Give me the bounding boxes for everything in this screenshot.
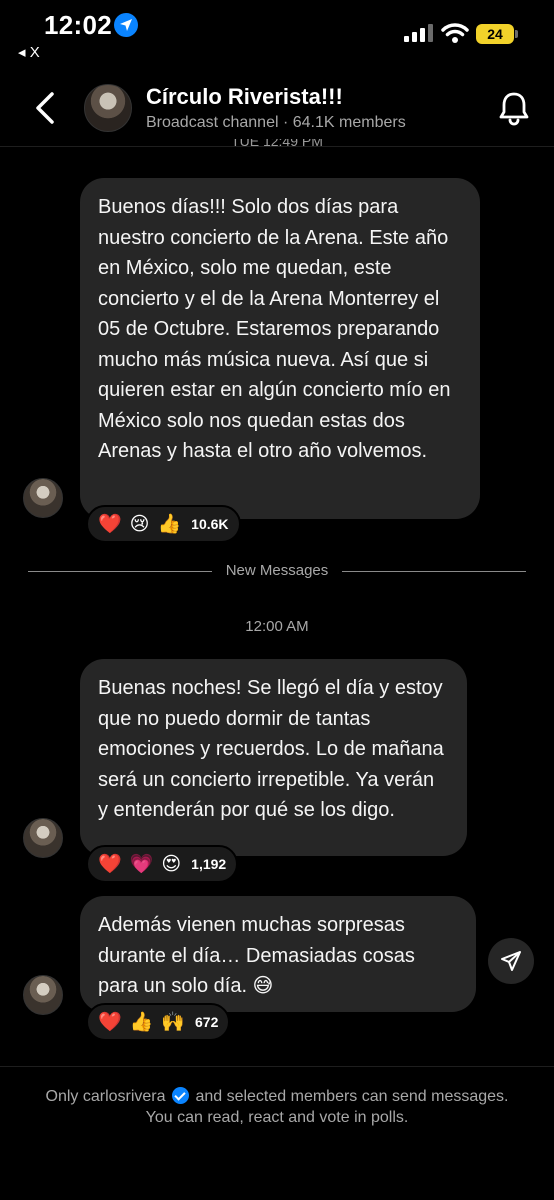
message-timestamp: 12:00 AM — [245, 618, 309, 635]
channel-subtitle: Broadcast channel · 64.1K members — [146, 114, 406, 131]
footer-divider — [0, 1066, 554, 1067]
clipped-timestamp: TUE 12:49 PM — [231, 139, 323, 149]
message-bubble[interactable]: Buenas noches! Se llegó el día y estoy q… — [80, 659, 467, 856]
thumbs-up-reaction-icon: 👍 — [129, 1010, 154, 1033]
battery-icon: 24 — [476, 24, 518, 44]
message-text: Además vienen muchas sorpresas durante e… — [98, 914, 415, 997]
posting-permission-note: Only carlosrivera and selected members c… — [40, 1086, 514, 1128]
message-text: Buenos días!!! Solo dos días para nuestr… — [98, 196, 451, 462]
channel-avatar[interactable] — [84, 84, 132, 132]
sender-avatar[interactable] — [23, 818, 63, 858]
thumbs-up-reaction-icon: 👍 — [157, 512, 182, 535]
reactions-bar[interactable]: ❤️ 👍 🙌 672 — [86, 1003, 231, 1041]
channel-header: Círculo Riverista!!! Broadcast channel ·… — [0, 70, 554, 146]
send-icon — [501, 951, 521, 971]
heart-reaction-icon: ❤️ — [98, 852, 122, 875]
crying-face-reaction-icon: 😢 — [129, 512, 150, 535]
share-button[interactable] — [488, 938, 534, 984]
status-time: 12:02 — [44, 10, 112, 40]
heart-eyes-reaction-icon: 😍 — [161, 852, 182, 875]
notifications-button[interactable] — [496, 90, 532, 126]
status-bar: 12:02 ◂ X 24 — [0, 0, 554, 61]
chevron-left-icon — [36, 92, 54, 124]
cellular-signal-icon — [404, 24, 433, 42]
message-bubble[interactable]: Además vienen muchas sorpresas durante e… — [80, 896, 476, 1012]
raising-hands-reaction-icon: 🙌 — [161, 1010, 186, 1033]
pink-heart-reaction-icon: 💗 — [129, 852, 154, 875]
reactions-bar[interactable]: ❤️ 💗 😍 1,192 — [86, 845, 239, 883]
reaction-count: 10.6K — [191, 516, 229, 532]
bell-icon — [499, 92, 529, 126]
sender-avatar[interactable] — [23, 478, 63, 518]
back-to-app-link[interactable]: ◂ X — [18, 43, 40, 61]
message-bubble[interactable]: Buenos días!!! Solo dos días para nuestr… — [80, 178, 480, 519]
footer-suffix: and selected members can send messages. … — [145, 1088, 509, 1126]
message-text: Buenas noches! Se llegó el día y estoy q… — [98, 677, 444, 821]
reactions-bar[interactable]: ❤️ 😢 👍 10.6K — [86, 505, 241, 543]
location-arrow-icon — [114, 13, 138, 37]
new-messages-label: New Messages — [211, 562, 343, 579]
channel-title[interactable]: Círculo Riverista!!! — [146, 84, 343, 110]
heart-reaction-icon: ❤️ — [98, 512, 122, 535]
footer-prefix: Only carlosrivera — [45, 1088, 166, 1105]
back-button[interactable] — [30, 88, 62, 128]
verified-badge-icon — [171, 1087, 189, 1104]
sender-avatar[interactable] — [23, 975, 63, 1015]
reaction-count: 1,192 — [191, 856, 227, 872]
new-messages-divider: New Messages — [28, 560, 526, 584]
reaction-count: 672 — [195, 1014, 219, 1030]
heart-reaction-icon: ❤️ — [98, 1010, 122, 1033]
wifi-icon — [441, 23, 469, 43]
